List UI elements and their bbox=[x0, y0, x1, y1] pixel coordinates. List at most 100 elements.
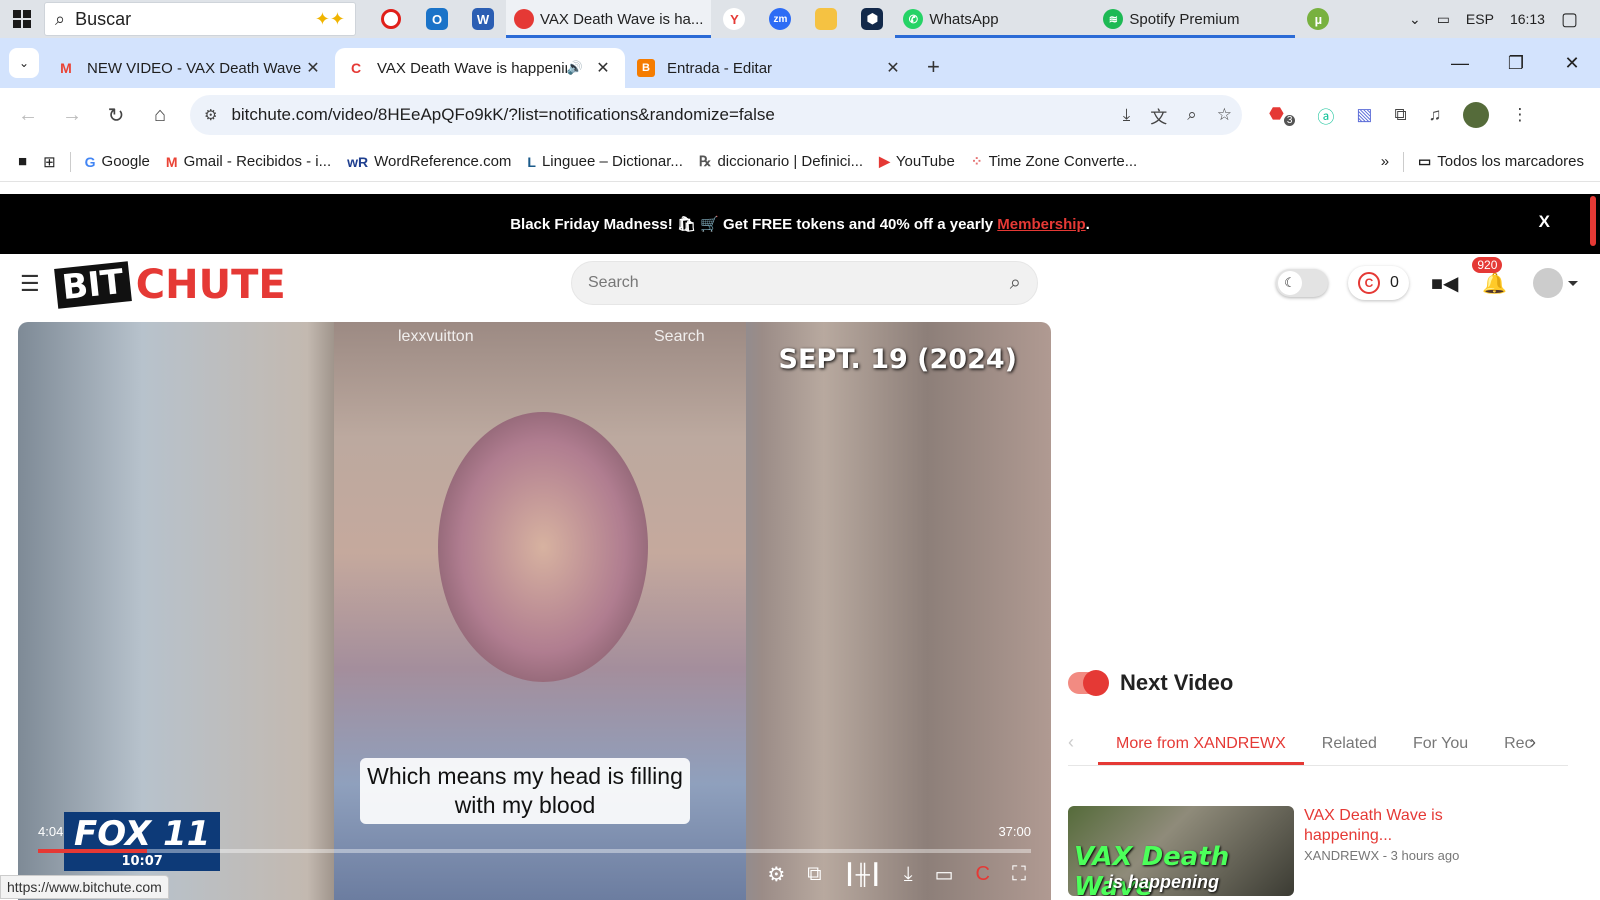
profile-avatar-icon[interactable] bbox=[1463, 102, 1490, 128]
sidebar: Next Video ‹ More from XANDREWX Related … bbox=[1068, 670, 1568, 896]
tab-title: VAX Death Wave is happening bbox=[377, 59, 567, 77]
cast-icon[interactable]: ▭ bbox=[935, 862, 954, 887]
page-scrollbar[interactable] bbox=[1590, 196, 1596, 246]
translate-icon[interactable]: 文 bbox=[1150, 103, 1167, 128]
language-indicator[interactable]: ESP bbox=[1466, 11, 1494, 27]
outlook-app[interactable]: O bbox=[414, 0, 460, 38]
bookmark-gmail[interactable]: M Gmail - Recibidos - i... bbox=[166, 153, 331, 170]
user-avatar[interactable] bbox=[1533, 268, 1579, 298]
search-icon[interactable]: ⌕ bbox=[1010, 272, 1021, 295]
minimize-icon[interactable]: — bbox=[1432, 53, 1488, 74]
tab-bitchute[interactable]: C VAX Death Wave is happening 🔊 ✕ bbox=[335, 48, 625, 88]
bookmark-linguee[interactable]: L Linguee – Dictionar... bbox=[527, 153, 683, 170]
upload-video-icon[interactable]: ■◀ bbox=[1431, 271, 1458, 296]
taskbar-window-chrome[interactable]: VAX Death Wave is ha... bbox=[506, 0, 712, 38]
opera-app[interactable] bbox=[368, 0, 414, 38]
reload-icon[interactable]: ↻ bbox=[94, 103, 138, 128]
back-icon[interactable]: ← bbox=[6, 104, 50, 127]
dark-mode-toggle[interactable]: ☾ bbox=[1276, 269, 1328, 297]
close-window-icon[interactable]: ✕ bbox=[1544, 53, 1600, 74]
tab-blogger[interactable]: B Entrada - Editar ✕ bbox=[625, 48, 915, 88]
video-player[interactable]: lexxvuitton Search SEPT. 19 (2024) Which… bbox=[18, 322, 1051, 900]
omnibox[interactable]: ⚙ bitchute.com/video/8HEeApQFo9kK/?list=… bbox=[190, 95, 1242, 135]
hamburger-menu-icon[interactable]: ☰ bbox=[20, 271, 40, 297]
coin-balance[interactable]: C 0 bbox=[1348, 266, 1409, 300]
meet-now-icon[interactable]: ▭ bbox=[1437, 11, 1450, 28]
file-explorer-app[interactable] bbox=[803, 0, 849, 38]
clock[interactable]: 16:13 bbox=[1510, 11, 1545, 27]
tab-related[interactable]: Related bbox=[1304, 735, 1395, 765]
close-icon[interactable]: ✕ bbox=[593, 58, 613, 78]
bookmark-wordreference[interactable]: wR WordReference.com bbox=[347, 153, 511, 170]
home-icon[interactable]: ⌂ bbox=[138, 104, 182, 127]
grid-icon[interactable]: ⊞ bbox=[43, 153, 56, 171]
video-thumbnail[interactable]: VAX Death Wave is happening bbox=[1068, 806, 1294, 896]
more-bookmarks-icon[interactable]: » bbox=[1381, 153, 1389, 170]
zoom-app[interactable]: zm bbox=[757, 0, 803, 38]
security-app[interactable]: ⬢ bbox=[849, 0, 895, 38]
thumb-text-sub: is happening bbox=[1108, 872, 1220, 892]
picture-in-picture-icon[interactable]: ⧉ bbox=[807, 863, 821, 886]
tab-gmail[interactable]: M NEW VIDEO - VAX Death Wave ✕ bbox=[45, 48, 335, 88]
audio-waveform-icon[interactable]: ┃╫┃ bbox=[844, 862, 882, 887]
bookmark-google[interactable]: G Google bbox=[85, 153, 150, 170]
rae-icon: ℞ bbox=[698, 153, 712, 169]
tab-more-from[interactable]: More from XANDREWX bbox=[1098, 735, 1304, 765]
video-card-title[interactable]: VAX Death Wave is happening... bbox=[1304, 806, 1474, 846]
coin-icon: C bbox=[1358, 272, 1380, 294]
utorrent-app[interactable]: µ bbox=[1295, 0, 1341, 38]
folder-icon: ▭ bbox=[1418, 153, 1432, 169]
bookmark-youtube[interactable]: ▶ YouTube bbox=[879, 153, 955, 170]
yandex-app[interactable]: Y bbox=[711, 0, 757, 38]
restore-icon[interactable]: ❐ bbox=[1488, 53, 1544, 74]
taskbar-window-spotify[interactable]: ≋ Spotify Premium bbox=[1095, 0, 1296, 38]
overlay-search-user: lexxvuitton bbox=[398, 328, 474, 345]
bitchute-c-icon[interactable]: C bbox=[976, 863, 990, 886]
site-search[interactable]: Search ⌕ bbox=[571, 261, 1038, 305]
word-app[interactable]: W bbox=[460, 0, 506, 38]
new-tab-button[interactable]: + bbox=[927, 54, 940, 80]
taskbar-search[interactable]: ⌕ Buscar ✦✦ bbox=[44, 2, 356, 36]
url-text[interactable]: bitchute.com/video/8HEeApQFo9kK/?list=no… bbox=[231, 105, 1112, 125]
tab-search-button[interactable]: ⌄ bbox=[9, 48, 39, 78]
adblock-extension-icon[interactable]: ⬣ 3 bbox=[1269, 104, 1296, 127]
install-app-icon[interactable]: ⤓ bbox=[1123, 105, 1131, 125]
banner-end: . bbox=[1085, 215, 1090, 233]
taskbar-window-whatsapp[interactable]: ✆ WhatsApp bbox=[895, 0, 1096, 38]
menu-kebab-icon[interactable]: ⋮ bbox=[1511, 105, 1528, 125]
all-bookmarks-folder[interactable]: ▭ Todos los marcadores bbox=[1418, 153, 1584, 170]
notifications-bell-icon[interactable]: 🔔 920 bbox=[1472, 256, 1507, 296]
close-icon[interactable]: ✕ bbox=[883, 58, 903, 78]
apps-icon[interactable]: ■ bbox=[18, 153, 27, 170]
extensions-puzzle-icon[interactable]: ⧉ bbox=[1394, 105, 1406, 125]
bookmark-timezone[interactable]: ⁘ Time Zone Converte... bbox=[971, 153, 1137, 170]
bookmark-diccionario[interactable]: ℞ diccionario | Definici... bbox=[699, 153, 863, 170]
chevron-left-icon[interactable]: ‹ bbox=[1068, 732, 1098, 765]
search-input[interactable]: Search bbox=[588, 274, 1010, 292]
chevron-up-icon[interactable]: ⌄ bbox=[1409, 11, 1421, 28]
start-button[interactable] bbox=[0, 0, 44, 38]
autoplay-toggle[interactable] bbox=[1068, 670, 1109, 696]
chrome-icon bbox=[514, 9, 534, 29]
settings-gear-icon[interactable]: ⚙ bbox=[767, 862, 785, 887]
site-info-icon[interactable]: ⚙ bbox=[204, 106, 217, 124]
fullscreen-icon[interactable]: ⛶ bbox=[1012, 863, 1026, 886]
notification-center-icon[interactable]: ▢ bbox=[1561, 9, 1578, 30]
membership-link[interactable]: Membership bbox=[997, 216, 1085, 233]
bitchute-logo[interactable]: BIT CHUTE bbox=[54, 261, 286, 309]
close-icon[interactable]: ✕ bbox=[303, 58, 323, 78]
zoom-icon[interactable]: ⌕ bbox=[1187, 105, 1197, 125]
chevron-right-icon[interactable]: › bbox=[1530, 732, 1560, 765]
forward-icon[interactable]: → bbox=[50, 104, 94, 127]
download-icon[interactable]: ⤓ bbox=[904, 863, 913, 886]
banner-close-button[interactable]: X bbox=[1539, 212, 1550, 232]
bookmark-star-icon[interactable]: ☆ bbox=[1217, 105, 1232, 125]
video-card[interactable]: VAX Death Wave is happening VAX Death Wa… bbox=[1068, 806, 1568, 896]
progress-bar[interactable] bbox=[38, 849, 1031, 853]
speaker-icon[interactable]: 🔊 bbox=[567, 60, 583, 76]
media-control-icon[interactable]: ♫ bbox=[1429, 105, 1442, 125]
grammar-extension-icon[interactable]: ⓐ bbox=[1317, 103, 1334, 128]
map-extension-icon[interactable]: ▧ bbox=[1356, 105, 1372, 125]
tab-for-you[interactable]: For You bbox=[1395, 735, 1486, 765]
video-caption: Which means my head is filling with my b… bbox=[360, 758, 690, 824]
